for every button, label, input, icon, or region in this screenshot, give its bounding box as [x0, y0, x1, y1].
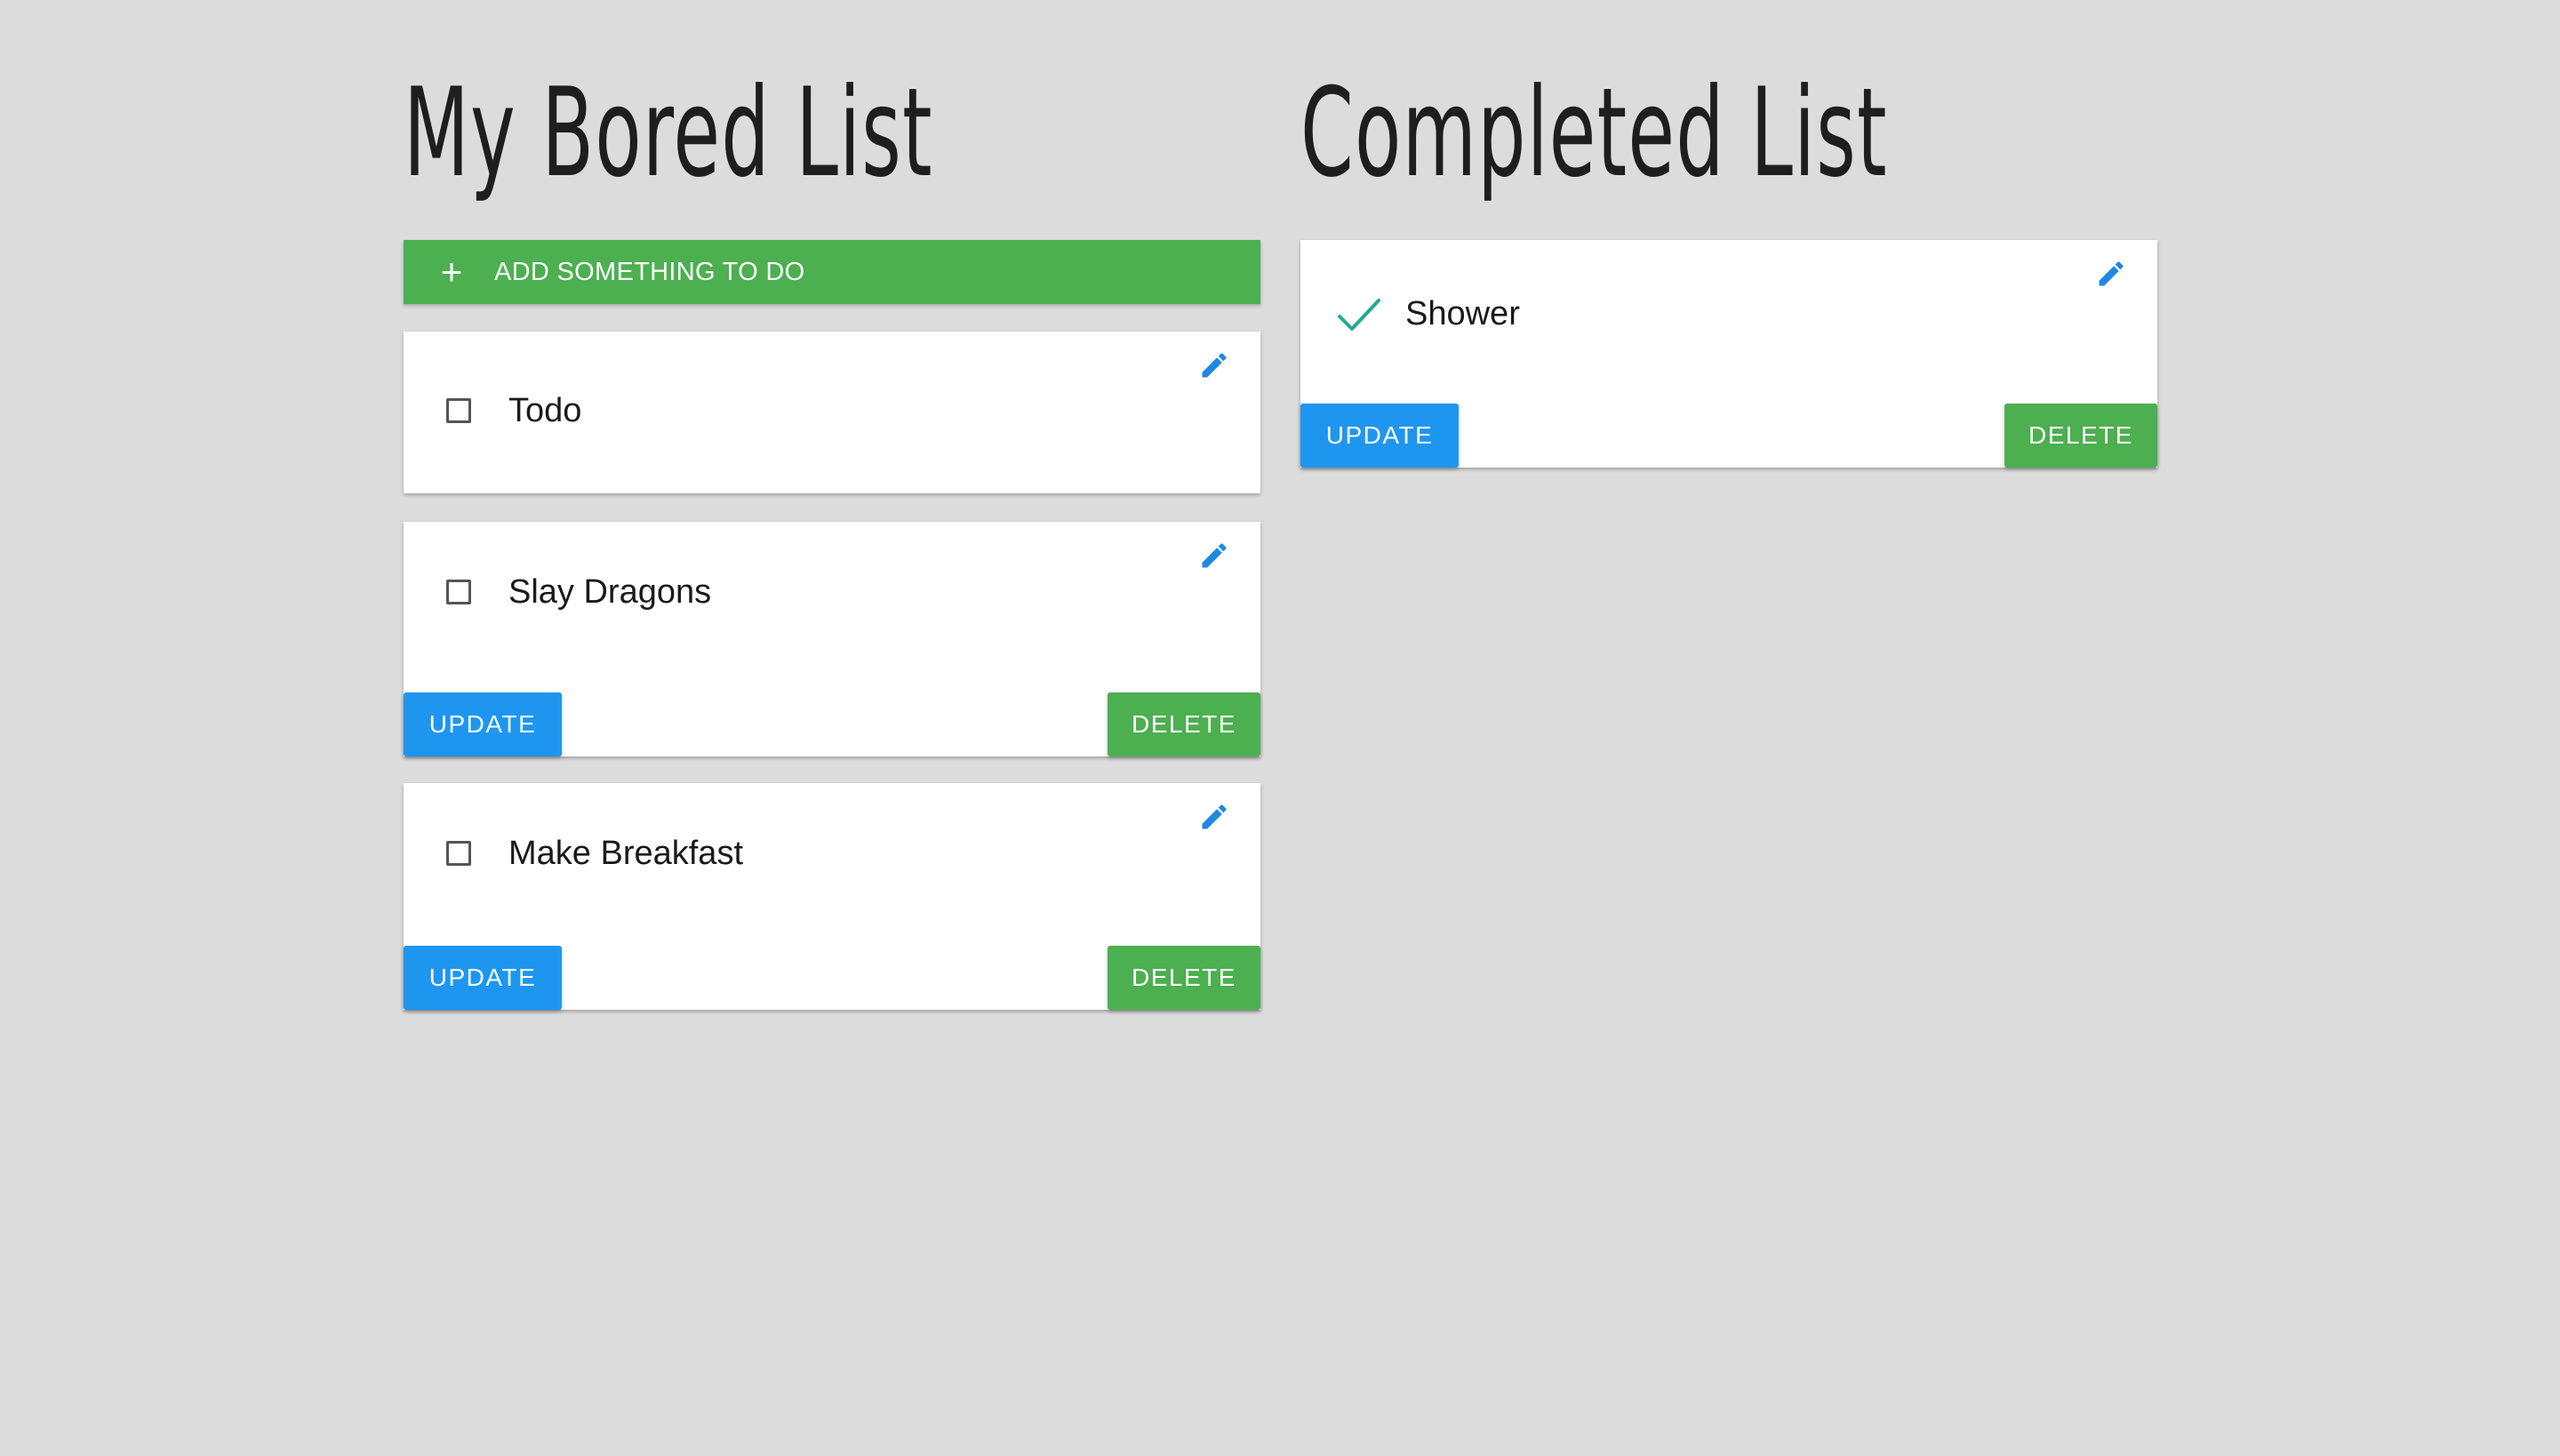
todo-item-text: Slay Dragons: [508, 573, 712, 611]
checkmark-icon[interactable]: [1336, 295, 1382, 334]
checkbox-unchecked-icon[interactable]: [446, 580, 471, 604]
checkbox-unchecked-icon[interactable]: [446, 841, 471, 866]
delete-button[interactable]: DELETE: [1108, 692, 1260, 756]
delete-button[interactable]: DELETE: [2004, 404, 2157, 468]
update-button[interactable]: UPDATE: [404, 946, 562, 1010]
completed-list-title: Completed List: [1300, 61, 1888, 204]
completed-card: Shower UPDATE DELETE: [1300, 240, 2157, 468]
todo-item-text: Todo: [508, 392, 582, 429]
plus-icon: +: [440, 251, 463, 292]
add-something-button[interactable]: + ADD SOMETHING TO DO: [404, 240, 1260, 304]
update-button[interactable]: UPDATE: [404, 692, 562, 756]
pencil-icon[interactable]: [1198, 801, 1230, 833]
todo-list-title: My Bored List: [404, 61, 933, 204]
todo-card: Make Breakfast UPDATE DELETE: [404, 783, 1260, 1010]
pencil-icon[interactable]: [2095, 258, 2127, 290]
todo-card: Todo: [404, 332, 1260, 493]
completed-item-text: Shower: [1405, 295, 1520, 332]
add-button-label: ADD SOMETHING TO DO: [494, 257, 805, 286]
update-button[interactable]: UPDATE: [1300, 404, 1459, 468]
todo-item-text: Make Breakfast: [508, 835, 743, 872]
checkbox-unchecked-icon[interactable]: [446, 398, 471, 423]
delete-button[interactable]: DELETE: [1108, 946, 1260, 1010]
pencil-icon[interactable]: [1198, 349, 1230, 381]
todo-card: Slay Dragons UPDATE DELETE: [404, 522, 1260, 756]
pencil-icon[interactable]: [1198, 540, 1230, 572]
